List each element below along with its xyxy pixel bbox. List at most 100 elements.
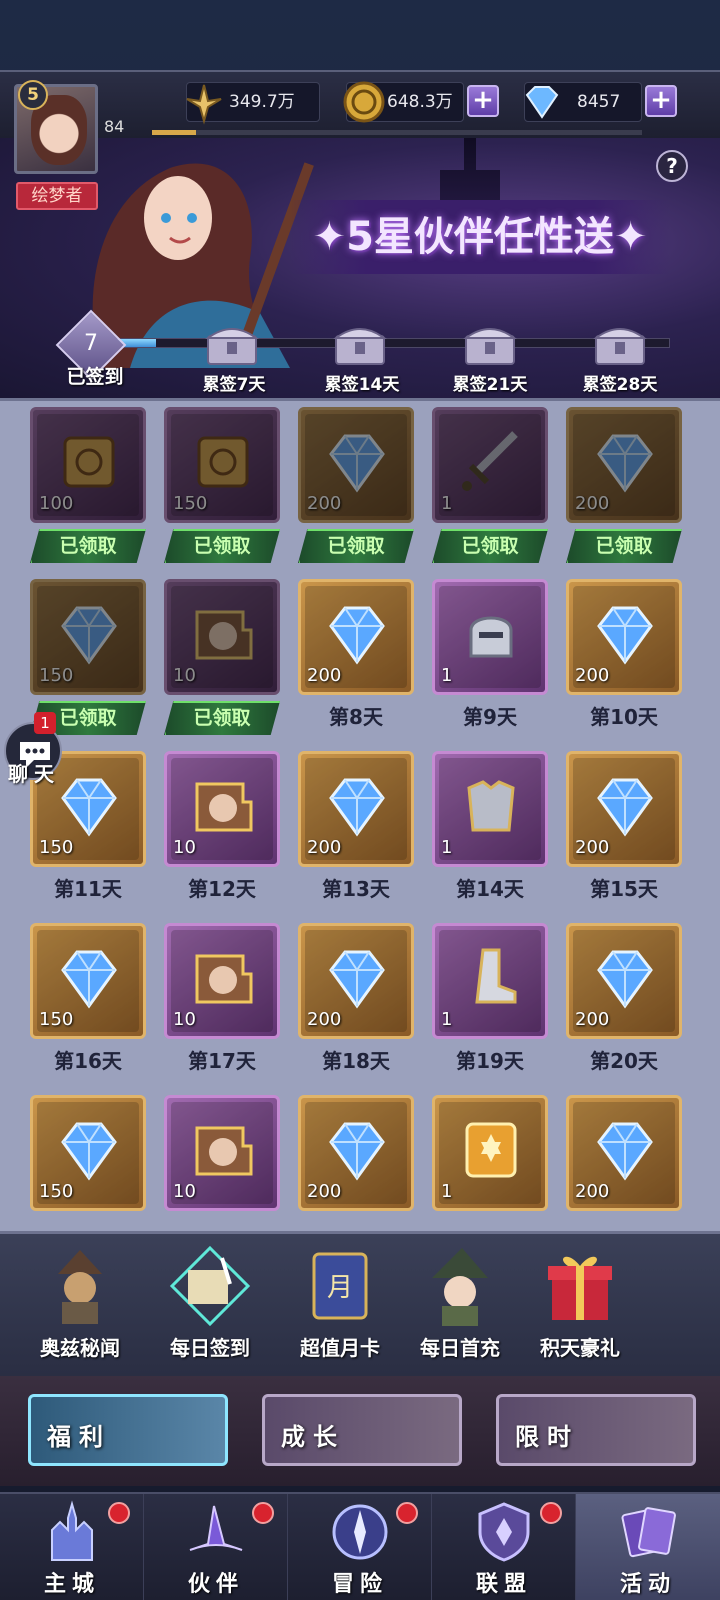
day-label: 第17天 (188, 1049, 256, 1073)
diamond-icon (597, 1122, 653, 1181)
reward-slot[interactable]: 1 (432, 923, 548, 1039)
svg-text:月: 月 (327, 1273, 353, 1303)
scroll-icon (197, 436, 249, 488)
reward-slot[interactable]: 150 (30, 923, 146, 1039)
tab-label: 超值月卡 (300, 1336, 380, 1360)
banner-title: ✦5星伙伴任性送✦ (290, 200, 670, 274)
witch-icon (432, 1248, 488, 1326)
reward-slot[interactable]: 1 (432, 579, 548, 695)
nav-adventure[interactable]: 冒险 (288, 1494, 432, 1600)
reward-quantity: 200 (307, 1009, 342, 1030)
reward-quantity: 150 (39, 837, 74, 858)
nav-partners[interactable]: 伙伴 (144, 1494, 288, 1600)
reward-slot[interactable]: 10 (164, 923, 280, 1039)
reward-quantity: 200 (307, 1181, 342, 1202)
nav-label: 伙伴 (187, 1572, 244, 1597)
reward-quantity: 100 (39, 493, 74, 514)
category-label: 限时 (515, 1423, 579, 1451)
reward-slot[interactable]: 200 (566, 407, 682, 523)
nav-alliance[interactable]: 联盟 (432, 1494, 576, 1600)
reward-slot[interactable]: 200 (566, 1095, 682, 1211)
category-limited[interactable]: 限时 (496, 1394, 696, 1466)
hero-fragment-icon (195, 954, 253, 1004)
reward-quantity: 1 (441, 1009, 453, 1030)
chest-icon[interactable] (332, 322, 388, 366)
category-welfare[interactable]: 福利 (28, 1394, 228, 1466)
nav-main-city[interactable]: 主城 (0, 1494, 144, 1600)
reward-slot[interactable]: 200 (298, 923, 414, 1039)
helmet-icon (469, 616, 513, 658)
chest-icon[interactable] (462, 322, 518, 366)
chat-label: 聊天 (8, 762, 60, 786)
boots-icon (475, 948, 517, 1004)
shield-icon (478, 1502, 530, 1562)
help-button[interactable]: ? (656, 150, 688, 182)
claimed-tag: 已领取 (30, 529, 146, 563)
reward-slot[interactable]: 200 (566, 579, 682, 695)
category-growth[interactable]: 成长 (262, 1394, 462, 1466)
add-gold-button[interactable]: + (467, 85, 499, 117)
diamond-counter: 8457 + (524, 82, 677, 122)
claimed-tag: 已领取 (432, 529, 548, 563)
hero-fragment-icon (195, 1126, 253, 1176)
notification-dot (396, 1502, 418, 1524)
scarecrow-icon (58, 1250, 102, 1324)
reward-quantity: 1 (441, 837, 453, 858)
diamond-icon (525, 86, 559, 119)
reward-slot[interactable]: 200 (298, 751, 414, 867)
tab-daily-signin[interactable]: 每日签到 (150, 1244, 270, 1370)
notification-dot (252, 1502, 274, 1524)
reward-slot[interactable]: 10 (164, 1095, 280, 1211)
add-diamond-button[interactable]: + (645, 85, 677, 117)
reward-slot[interactable]: 10 (164, 579, 280, 695)
day-label: 第16天 (54, 1049, 122, 1073)
reward-slot[interactable]: 200 (298, 407, 414, 523)
nav-label: 冒险 (331, 1572, 388, 1597)
category-label: 福利 (47, 1423, 111, 1451)
reward-slot[interactable]: 150 (30, 1095, 146, 1211)
chest-icon[interactable] (592, 322, 648, 366)
reward-slot[interactable]: 1 (432, 1095, 548, 1211)
tab-label: 每日首充 (420, 1336, 500, 1360)
reward-slot[interactable]: 10 (164, 751, 280, 867)
day-label: 第11天 (54, 877, 122, 901)
tab-first-recharge[interactable]: 每日首充 (400, 1244, 520, 1370)
diamond-icon (329, 778, 385, 837)
reward-slot[interactable]: 200 (566, 751, 682, 867)
reward-quantity: 1 (441, 1181, 453, 1202)
nav-label: 联盟 (475, 1572, 532, 1597)
tab-accumulated-gift[interactable]: 积天豪礼 (520, 1244, 640, 1370)
milestone-label: 累签14天 (324, 375, 400, 395)
reward-quantity: 200 (575, 837, 610, 858)
nav-events[interactable]: 活动 (576, 1494, 720, 1600)
gift-box-icon (548, 1256, 612, 1320)
signed-label: 已签到 (66, 366, 124, 388)
nav-label: 主城 (43, 1572, 100, 1597)
reward-quantity: 150 (39, 665, 74, 686)
combat-power-value: 349.7万 (229, 92, 295, 112)
tab-monthly-card[interactable]: 月 超值月卡 (280, 1244, 400, 1370)
reward-slot[interactable]: 1 (432, 751, 548, 867)
reward-slot[interactable]: 150 (30, 579, 146, 695)
chest-icon[interactable] (204, 322, 260, 366)
reward-quantity: 200 (575, 1009, 610, 1030)
category-label: 成长 (281, 1423, 345, 1451)
day-label: 第15天 (590, 877, 658, 901)
day-label: 第20天 (590, 1049, 658, 1073)
reward-quantity: 150 (39, 1181, 74, 1202)
tab-label: 积天豪礼 (540, 1336, 620, 1360)
reward-quantity: 200 (307, 665, 342, 686)
reward-slot[interactable]: 200 (298, 1095, 414, 1211)
chat-unread-badge: 1 (34, 712, 56, 734)
sword-icon (462, 431, 518, 491)
reward-slot[interactable]: 150 (164, 407, 280, 523)
reward-slot[interactable]: 1 (432, 407, 548, 523)
reward-slot[interactable]: 100 (30, 407, 146, 523)
reward-slot[interactable]: 200 (298, 579, 414, 695)
reward-slot[interactable]: 200 (566, 923, 682, 1039)
bottom-nav: 主城 伙伴 冒险 联盟 活动 (0, 1492, 720, 1600)
category-bar: 福利 成长 限时 (0, 1376, 720, 1486)
player-exp: 84 (104, 117, 125, 136)
tab-oz-secrets[interactable]: 奥兹秘闻 (20, 1244, 140, 1370)
diamond-icon (597, 950, 653, 1009)
